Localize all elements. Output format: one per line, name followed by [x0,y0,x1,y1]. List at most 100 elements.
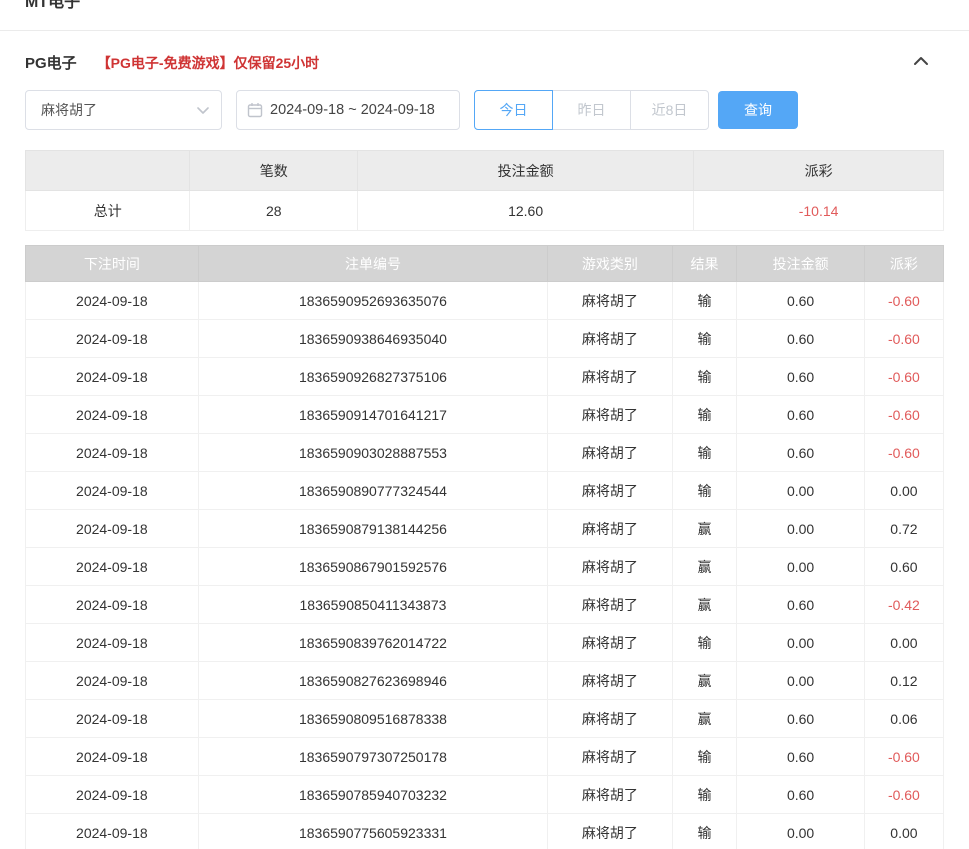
table-row: 2024-09-181836590952693635076麻将胡了输0.60-0… [26,282,944,320]
cell-game-type: 麻将胡了 [548,396,672,434]
summary-table: 笔数 投注金额 派彩 总计 28 12.60 -10.14 [25,150,944,231]
cell-game-type: 麻将胡了 [548,738,672,776]
header-game-type: 游戏类别 [548,246,672,282]
cell-order-id: 1836590797307250178 [198,738,548,776]
cell-result: 输 [672,358,737,396]
cell-game-type: 麻将胡了 [548,472,672,510]
cell-result: 输 [672,282,737,320]
cell-bet-time: 2024-09-18 [26,814,199,849]
section-title: PG电子 [25,52,77,73]
prev-section-header[interactable]: MT电子 [25,0,944,10]
table-row: 2024-09-181836590850411343873麻将胡了赢0.60-0… [26,586,944,624]
cell-payout: 0.00 [864,814,943,849]
cell-payout: -0.60 [864,776,943,814]
summary-header-payout: 派彩 [694,151,944,191]
cell-result: 输 [672,738,737,776]
cell-bet-amount: 0.60 [737,282,864,320]
cell-bet-time: 2024-09-18 [26,548,199,586]
cell-order-id: 1836590952693635076 [198,282,548,320]
cell-order-id: 1836590839762014722 [198,624,548,662]
cell-result: 输 [672,434,737,472]
cell-bet-time: 2024-09-18 [26,738,199,776]
cell-bet-time: 2024-09-18 [26,282,199,320]
table-row: 2024-09-181836590879138144256麻将胡了赢0.000.… [26,510,944,548]
summary-header-bet-amount: 投注金额 [358,151,694,191]
cell-bet-amount: 0.60 [737,700,864,738]
cell-game-type: 麻将胡了 [548,434,672,472]
cell-result: 输 [672,624,737,662]
cell-game-type: 麻将胡了 [548,510,672,548]
cell-bet-amount: 0.60 [737,586,864,624]
header-payout: 派彩 [864,246,943,282]
cell-result: 赢 [672,510,737,548]
cell-order-id: 1836590867901592576 [198,548,548,586]
filter-bar: 麻将胡了 2024-09-18 ~ 2024-09-18 今日 昨日 近8日 查… [25,90,944,130]
quick-range-today-button[interactable]: 今日 [474,90,553,130]
chevron-down-icon [197,102,209,118]
cell-bet-amount: 0.60 [737,396,864,434]
cell-payout: -0.60 [864,434,943,472]
cell-bet-time: 2024-09-18 [26,434,199,472]
cell-bet-time: 2024-09-18 [26,700,199,738]
cell-order-id: 1836590926827375106 [198,358,548,396]
cell-order-id: 1836590914701641217 [198,396,548,434]
cell-order-id: 1836590879138144256 [198,510,548,548]
cell-bet-time: 2024-09-18 [26,662,199,700]
cell-payout: -0.60 [864,738,943,776]
cell-game-type: 麻将胡了 [548,700,672,738]
calendar-icon [247,102,263,118]
table-row: 2024-09-181836590775605923331麻将胡了输0.000.… [26,814,944,849]
cell-result: 输 [672,472,737,510]
chevron-up-icon [912,54,930,71]
game-select[interactable]: 麻将胡了 [25,90,222,130]
cell-result: 输 [672,776,737,814]
cell-game-type: 麻将胡了 [548,320,672,358]
cell-order-id: 1836590809516878338 [198,700,548,738]
cell-payout: -0.60 [864,358,943,396]
quick-range-yesterday-button[interactable]: 昨日 [552,90,631,130]
table-row: 2024-09-181836590890777324544麻将胡了输0.000.… [26,472,944,510]
game-select-value: 麻将胡了 [41,100,97,120]
cell-payout: 0.60 [864,548,943,586]
header-bet-amount: 投注金额 [737,246,864,282]
summary-total-row: 总计 28 12.60 -10.14 [26,191,944,231]
cell-game-type: 麻将胡了 [548,548,672,586]
summary-header-count: 笔数 [190,151,358,191]
cell-game-type: 麻将胡了 [548,282,672,320]
summary-bet-amount-value: 12.60 [358,191,694,231]
cell-bet-time: 2024-09-18 [26,472,199,510]
cell-result: 赢 [672,548,737,586]
collapse-section-button[interactable] [912,54,930,71]
prev-section-title[interactable]: MT电子 [25,0,944,10]
cell-payout: -0.60 [864,320,943,358]
header-result: 结果 [672,246,737,282]
table-row: 2024-09-181836590785940703232麻将胡了输0.60-0… [26,776,944,814]
table-row: 2024-09-181836590809516878338麻将胡了赢0.600.… [26,700,944,738]
cell-result: 输 [672,814,737,849]
cell-game-type: 麻将胡了 [548,814,672,849]
cell-payout: 0.00 [864,624,943,662]
table-row: 2024-09-181836590926827375106麻将胡了输0.60-0… [26,358,944,396]
quick-range-8days-button[interactable]: 近8日 [630,90,709,130]
date-range-value: 2024-09-18 ~ 2024-09-18 [270,102,435,118]
date-range-input[interactable]: 2024-09-18 ~ 2024-09-18 [236,90,460,130]
summary-payout-value: -10.14 [694,191,944,231]
cell-payout: 0.06 [864,700,943,738]
section-notice: 【PG电子-免费游戏】仅保留25小时 [97,53,319,73]
cell-payout: 0.12 [864,662,943,700]
cell-payout: 0.00 [864,472,943,510]
cell-bet-amount: 0.00 [737,472,864,510]
cell-result: 赢 [672,586,737,624]
search-button[interactable]: 查询 [718,91,798,129]
cell-bet-amount: 0.60 [737,358,864,396]
cell-game-type: 麻将胡了 [548,586,672,624]
cell-order-id: 1836590938646935040 [198,320,548,358]
summary-count-value: 28 [190,191,358,231]
cell-result: 输 [672,320,737,358]
bet-table-body: 2024-09-181836590952693635076麻将胡了输0.60-0… [26,282,944,849]
cell-bet-amount: 0.60 [737,434,864,472]
cell-bet-time: 2024-09-18 [26,396,199,434]
cell-order-id: 1836590827623698946 [198,662,548,700]
table-row: 2024-09-181836590839762014722麻将胡了输0.000.… [26,624,944,662]
bet-table-header-row: 下注时间 注单编号 游戏类别 结果 投注金额 派彩 [26,246,944,282]
